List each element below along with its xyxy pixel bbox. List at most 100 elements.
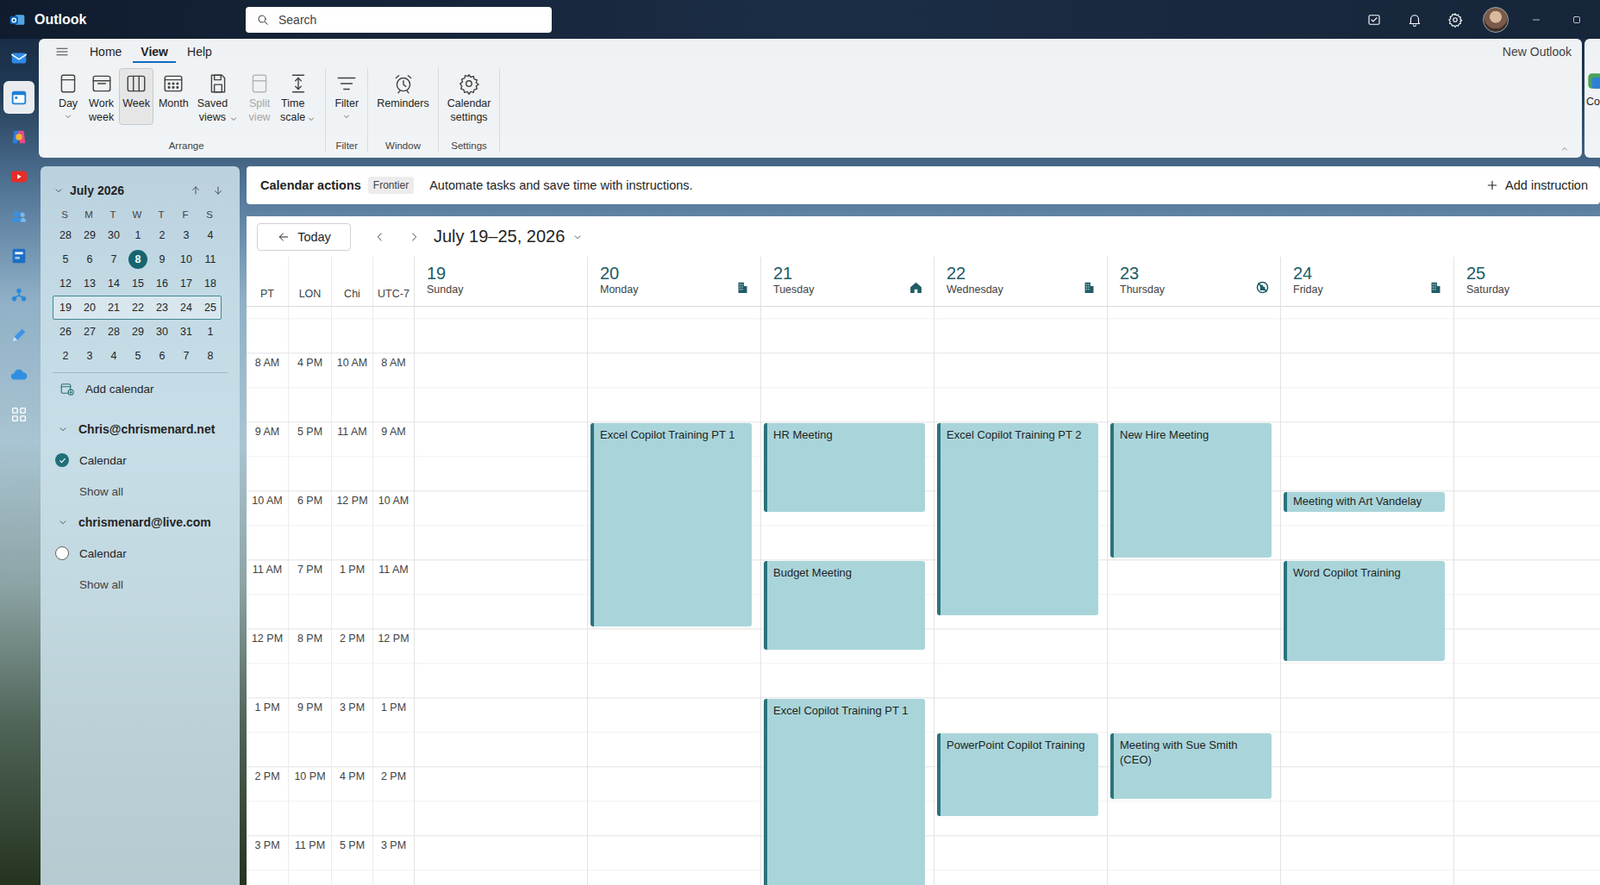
mini-calendar-day[interactable]: 28 <box>101 320 126 344</box>
mini-calendar-day[interactable]: 28 <box>53 224 78 247</box>
rail-item[interactable] <box>3 239 35 273</box>
show-all-link[interactable]: Show all <box>52 568 240 600</box>
mini-calendar-day[interactable]: 23 <box>150 296 175 319</box>
mini-calendar-day[interactable]: 14 <box>101 272 126 295</box>
account-button[interactable] <box>1475 0 1516 39</box>
ribbon-tab[interactable]: Help <box>179 41 220 63</box>
calendar-event[interactable]: Budget Meeting <box>763 561 925 650</box>
rail-item[interactable] <box>3 279 35 313</box>
mini-calendar-day[interactable]: 27 <box>77 320 102 344</box>
work-location[interactable] <box>1428 280 1444 295</box>
work-location[interactable] <box>1081 280 1097 295</box>
minimize-button[interactable] <box>1515 0 1557 39</box>
rail-item[interactable] <box>3 81 35 114</box>
calendar-event[interactable]: Meeting with Art Vandelay <box>1283 492 1445 512</box>
calendar-event[interactable]: Word Copilot Training <box>1283 561 1445 662</box>
mini-calendar-day[interactable]: 6 <box>77 248 102 271</box>
ribbon-button[interactable]: Month <box>155 68 193 125</box>
rail-item[interactable] <box>3 41 35 75</box>
arrow-up-icon[interactable] <box>189 184 202 197</box>
day-column[interactable]: Meeting with Art Vandelay Word Copilot Tr… <box>1280 306 1454 885</box>
mini-calendar-day[interactable]: 8 <box>125 248 150 271</box>
mini-calendar-day[interactable]: 25 <box>198 296 223 319</box>
mini-calendar-day[interactable]: 16 <box>150 272 175 295</box>
ribbon-button[interactable]: Saved views <box>193 68 243 128</box>
maximize-button[interactable] <box>1556 0 1597 39</box>
mini-calendar-day[interactable]: 13 <box>77 272 102 295</box>
calendar-event[interactable]: New Hire Meeting <box>1110 423 1272 558</box>
mini-calendar-week[interactable]: 2345678 <box>52 343 222 369</box>
ribbon-button[interactable]: Work week <box>85 68 118 128</box>
work-location[interactable] <box>1255 280 1270 295</box>
calendar-item[interactable]: Calendar <box>52 537 240 569</box>
ribbon-button[interactable]: Calendar settings <box>443 68 495 128</box>
mini-calendar-day[interactable]: 3 <box>174 224 199 247</box>
arrow-down-icon[interactable] <box>212 184 225 197</box>
rail-item[interactable] <box>3 200 35 233</box>
rail-item[interactable] <box>3 398 35 432</box>
notifications-button[interactable] <box>1393 0 1435 39</box>
day-column[interactable] <box>1453 306 1600 885</box>
mini-calendar-day[interactable]: 4 <box>198 224 223 247</box>
account-header[interactable]: chrismenard@live.com <box>52 506 240 538</box>
mini-calendar-day[interactable]: 5 <box>125 344 150 368</box>
calendar-item[interactable]: Calendar <box>52 444 240 476</box>
mini-calendar-day[interactable]: 26 <box>53 320 78 344</box>
ribbon-button[interactable]: Filter <box>331 68 363 125</box>
date-range-picker[interactable]: July 19–25, 2026 <box>433 226 584 247</box>
search-box[interactable] <box>245 6 552 33</box>
next-button[interactable] <box>396 230 431 244</box>
mini-calendar-day[interactable]: 10 <box>174 248 199 271</box>
mini-calendar-day[interactable]: 17 <box>174 272 199 295</box>
mini-calendar-week[interactable]: 12131415161718 <box>52 271 222 296</box>
mini-calendar-day[interactable]: 9 <box>150 248 175 271</box>
mini-calendar-week[interactable]: 2627282930311 <box>52 319 222 344</box>
ribbon-button[interactable]: Week <box>118 68 154 125</box>
mini-calendar-day[interactable]: 30 <box>101 224 126 247</box>
mini-calendar-week[interactable]: 567891011 <box>52 247 222 272</box>
day-header[interactable]: 25Saturday <box>1453 256 1600 307</box>
day-column[interactable]: Excel Copilot Training PT 2 PowerPoint Co… <box>933 306 1107 885</box>
account-header[interactable]: Chris@chrismenard.net <box>52 413 240 445</box>
day-column[interactable] <box>413 306 588 885</box>
calendar-event[interactable]: Excel Copilot Training PT 2 <box>937 423 1099 615</box>
mini-calendar-day[interactable]: 29 <box>77 224 102 247</box>
work-location[interactable] <box>735 280 750 295</box>
mini-calendar-day[interactable]: 7 <box>101 248 126 271</box>
mini-calendar-week[interactable]: 19202122232425 <box>52 295 222 320</box>
search-input[interactable] <box>276 12 542 28</box>
show-all-link[interactable]: Show all <box>52 475 240 507</box>
calendar-event[interactable]: HR Meeting <box>763 423 925 512</box>
mini-calendar-day[interactable]: 3 <box>77 344 102 368</box>
collapse-ribbon-button[interactable] <box>38 143 1582 158</box>
calendar-checkbox[interactable] <box>55 453 69 468</box>
mini-calendar-day[interactable]: 6 <box>150 344 175 368</box>
calendar-checkbox[interactable] <box>55 546 69 561</box>
ribbon-button[interactable]: Day <box>52 68 84 125</box>
mini-calendar-day[interactable]: 5 <box>53 248 78 271</box>
mini-calendar-day[interactable]: 30 <box>150 320 175 344</box>
mini-calendar-day[interactable]: 31 <box>174 320 199 344</box>
day-column[interactable]: HR MeetingBudget MeetingExcel Copilot Tr… <box>760 306 934 885</box>
previous-button[interactable] <box>362 230 397 244</box>
rail-item[interactable] <box>3 120 35 154</box>
mini-calendar-day[interactable]: 19 <box>53 296 78 319</box>
mini-calendar-day[interactable]: 24 <box>174 296 199 319</box>
day-header[interactable]: 22Wednesday <box>933 256 1107 307</box>
ribbon-button[interactable]: Time scale <box>276 68 320 128</box>
mini-calendar-day[interactable]: 12 <box>53 272 78 295</box>
mini-calendar-day[interactable]: 2 <box>150 224 175 247</box>
day-header[interactable]: 20Monday <box>587 256 761 307</box>
calendar-event[interactable]: PowerPoint Copilot Training <box>937 733 1099 817</box>
ribbon-tab[interactable]: View <box>132 41 176 63</box>
mini-calendar-day[interactable]: 4 <box>101 344 126 368</box>
work-location[interactable] <box>908 280 924 295</box>
day-column[interactable]: Excel Copilot Training PT 1 <box>587 306 761 885</box>
mini-calendar-day[interactable]: 1 <box>198 320 223 344</box>
mini-calendar-day[interactable]: 7 <box>174 344 199 368</box>
mini-calendar-day[interactable]: 18 <box>198 272 223 295</box>
calendar-event[interactable]: Meeting with Sue Smith (CEO) <box>1110 733 1272 800</box>
mini-calendar-day[interactable]: 29 <box>125 320 150 344</box>
day-header[interactable]: 19Sunday <box>413 256 588 307</box>
day-column[interactable]: New Hire Meeting Meeting with Sue Smith (… <box>1106 306 1281 885</box>
